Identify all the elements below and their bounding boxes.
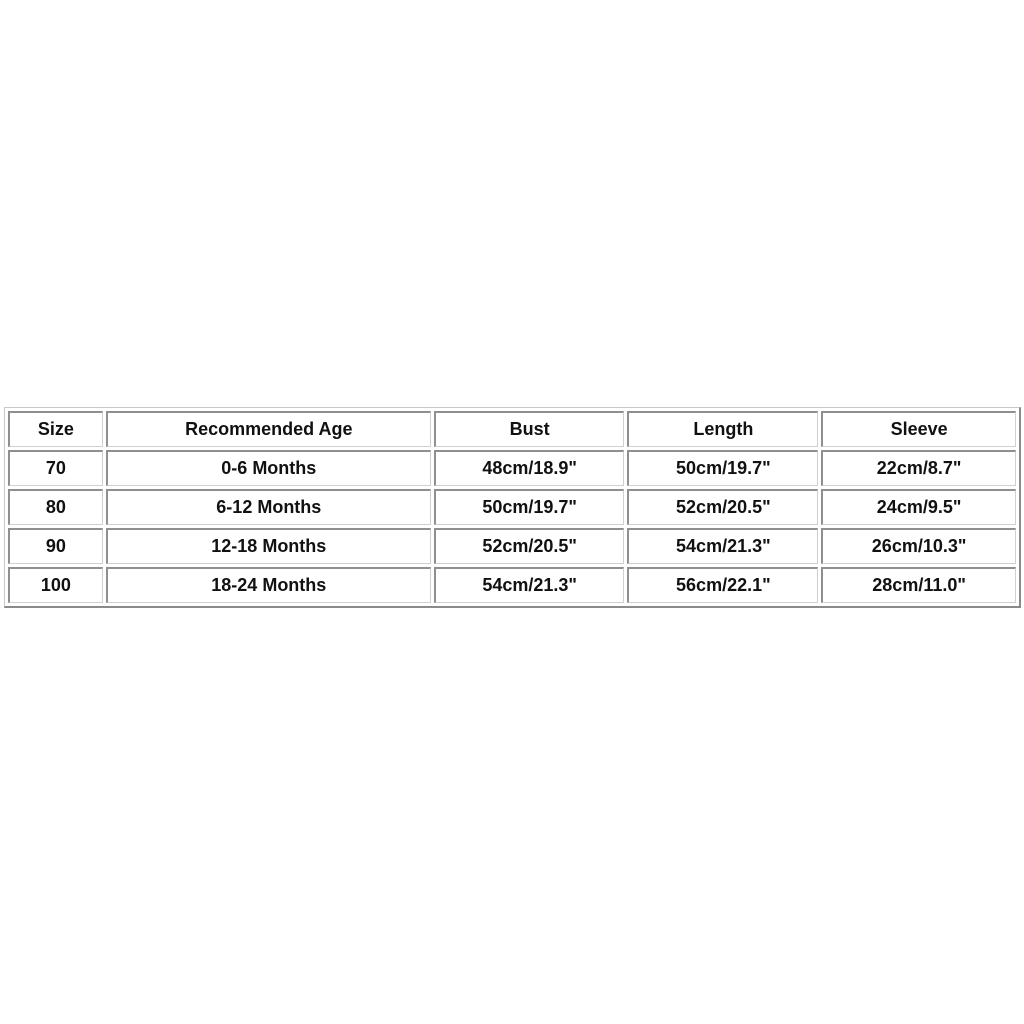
cell-length: 50cm/19.7" <box>627 450 819 486</box>
cell-bust: 48cm/18.9" <box>433 450 625 486</box>
cell-recommended-age: 12-18 Months <box>105 528 431 564</box>
table-row: 80 6-12 Months 50cm/19.7" 52cm/20.5" 24c… <box>8 489 1016 525</box>
cell-size: 100 <box>8 567 103 603</box>
cell-recommended-age: 0-6 Months <box>105 450 431 486</box>
cell-size: 80 <box>8 489 103 525</box>
cell-length: 56cm/22.1" <box>627 567 819 603</box>
cell-sleeve: 28cm/11.0" <box>821 567 1016 603</box>
header-length: Length <box>627 411 819 447</box>
cell-bust: 50cm/19.7" <box>433 489 625 525</box>
cell-recommended-age: 6-12 Months <box>105 489 431 525</box>
cell-length: 52cm/20.5" <box>627 489 819 525</box>
size-chart-container: Size Recommended Age Bust Length Sleeve … <box>4 407 1021 608</box>
header-size: Size <box>8 411 103 447</box>
header-sleeve: Sleeve <box>821 411 1016 447</box>
cell-sleeve: 24cm/9.5" <box>821 489 1016 525</box>
cell-bust: 54cm/21.3" <box>433 567 625 603</box>
header-bust: Bust <box>433 411 625 447</box>
header-row: Size Recommended Age Bust Length Sleeve <box>8 411 1016 447</box>
cell-size: 70 <box>8 450 103 486</box>
header-recommended-age: Recommended Age <box>105 411 431 447</box>
table-row: 70 0-6 Months 48cm/18.9" 50cm/19.7" 22cm… <box>8 450 1016 486</box>
cell-size: 90 <box>8 528 103 564</box>
cell-sleeve: 22cm/8.7" <box>821 450 1016 486</box>
cell-sleeve: 26cm/10.3" <box>821 528 1016 564</box>
table-row: 100 18-24 Months 54cm/21.3" 56cm/22.1" 2… <box>8 567 1016 603</box>
size-chart-table: Size Recommended Age Bust Length Sleeve … <box>4 407 1021 608</box>
cell-bust: 52cm/20.5" <box>433 528 625 564</box>
cell-length: 54cm/21.3" <box>627 528 819 564</box>
cell-recommended-age: 18-24 Months <box>105 567 431 603</box>
table-row: 90 12-18 Months 52cm/20.5" 54cm/21.3" 26… <box>8 528 1016 564</box>
